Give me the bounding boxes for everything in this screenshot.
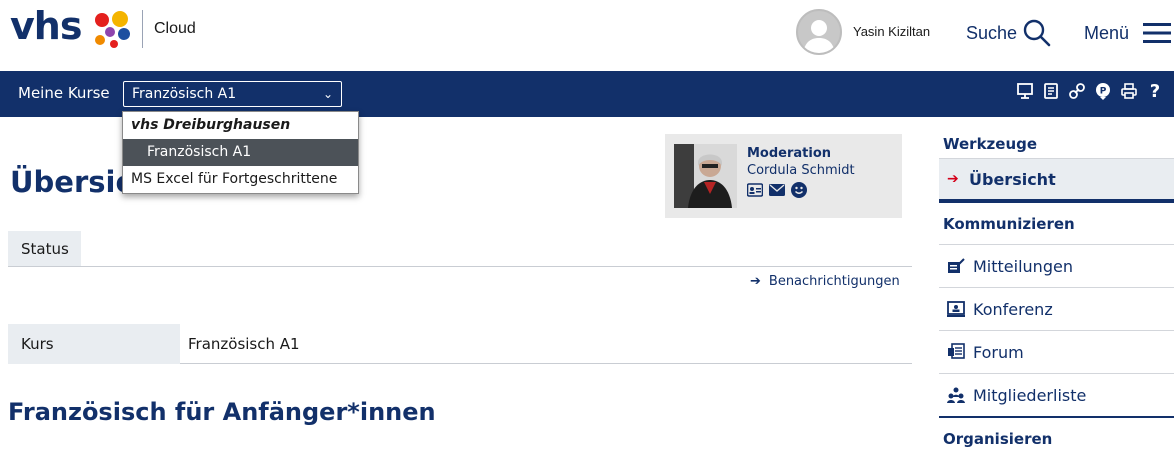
course-label: Kurs bbox=[8, 324, 180, 364]
tab-divider bbox=[8, 266, 912, 267]
sidebar-item-forum[interactable]: Forum bbox=[939, 330, 1174, 373]
sidebar-heading-communicate: Kommunizieren bbox=[939, 201, 1174, 244]
moderation-title: Moderation bbox=[747, 146, 832, 161]
contact-card-icon[interactable] bbox=[747, 182, 763, 198]
arrow-right-icon: ➔ bbox=[750, 274, 761, 289]
sidebar-item-conference[interactable]: Konferenz bbox=[939, 287, 1174, 330]
forum-icon bbox=[947, 343, 965, 361]
notes-edit-icon bbox=[947, 257, 965, 275]
arrow-right-icon: ➔ bbox=[947, 171, 959, 187]
dropdown-option-excel[interactable]: MS Excel für Fortgeschrittene bbox=[123, 166, 358, 193]
my-courses-label: Meine Kurse bbox=[18, 84, 110, 102]
link-icon[interactable] bbox=[1068, 82, 1086, 100]
sidebar-item-messages[interactable]: Mitteilungen bbox=[939, 244, 1174, 287]
sidebar-item-label: Mitgliederliste bbox=[973, 385, 1087, 405]
user-silhouette-icon bbox=[803, 20, 835, 53]
notifications-link-label: Benachrichtigungen bbox=[768, 274, 900, 289]
moderation-card: Moderation Cordula Schmidt bbox=[665, 134, 902, 218]
help-icon[interactable]: ? bbox=[1146, 81, 1164, 102]
notifications-link[interactable]: ➔ Benachrichtigungen bbox=[750, 274, 900, 289]
avatar[interactable] bbox=[796, 9, 842, 55]
tab-status[interactable]: Status bbox=[8, 231, 81, 267]
logo-separator bbox=[142, 10, 143, 48]
course-select[interactable]: Französisch A1 ⌄ bbox=[123, 81, 342, 107]
sidebar-item-label: Übersicht bbox=[969, 169, 1056, 189]
top-header: vhs Cloud Yasin Kiziltan Suche Menü bbox=[0, 0, 1174, 71]
dropdown-option-french[interactable]: Französisch A1 bbox=[123, 139, 358, 166]
course-value: Französisch A1 bbox=[188, 335, 300, 353]
moderator-name: Cordula Schmidt bbox=[747, 163, 855, 178]
hamburger-icon bbox=[1143, 23, 1172, 43]
sidebar-item-members[interactable]: Mitgliederliste bbox=[939, 373, 1174, 416]
search-label: Suche bbox=[966, 22, 1018, 43]
dropdown-group-label: vhs Dreiburghausen bbox=[131, 117, 291, 133]
sidebar-item-label: Forum bbox=[973, 342, 1024, 362]
sidebar-item-label: Mitteilungen bbox=[973, 256, 1073, 276]
print-icon[interactable] bbox=[1120, 82, 1138, 100]
product-name: Cloud bbox=[154, 20, 196, 37]
svg-text:P: P bbox=[1100, 87, 1107, 97]
presentation-icon[interactable] bbox=[1016, 82, 1034, 100]
course-dropdown: vhs Dreiburghausen Französisch A1 MS Exc… bbox=[122, 111, 359, 194]
smiley-icon[interactable] bbox=[791, 182, 807, 198]
toolbar-icons: P ? bbox=[1016, 81, 1164, 102]
members-icon bbox=[947, 386, 965, 404]
marker-icon[interactable]: P bbox=[1094, 82, 1112, 100]
notes-icon[interactable] bbox=[1042, 82, 1060, 100]
search-icon bbox=[1023, 19, 1051, 47]
conference-icon bbox=[947, 300, 965, 318]
mail-icon[interactable] bbox=[769, 182, 785, 198]
logo-text: vhs bbox=[10, 4, 82, 48]
menu-button[interactable]: Menü bbox=[1084, 18, 1172, 48]
logo-dots-icon bbox=[95, 11, 130, 48]
menu-label: Menü bbox=[1084, 22, 1130, 43]
sidebar-item-label: Konferenz bbox=[973, 299, 1053, 319]
sidebar-heading-organize: Organisieren bbox=[939, 416, 1174, 455]
tools-sidebar: Werkzeuge ➔ Übersicht Kommunizieren Mitt… bbox=[939, 130, 1174, 455]
course-heading: Französisch für Anfänger*innen bbox=[8, 398, 436, 426]
course-select-value: Französisch A1 bbox=[132, 86, 237, 102]
course-info-row: Kurs Französisch A1 bbox=[8, 324, 912, 364]
sidebar-item-overview[interactable]: ➔ Übersicht bbox=[939, 158, 1174, 201]
moderator-actions bbox=[747, 182, 807, 198]
sidebar-heading-tools: Werkzeuge bbox=[943, 135, 1038, 153]
search-button[interactable]: Suche bbox=[966, 18, 1051, 48]
chevron-down-icon: ⌄ bbox=[322, 87, 333, 101]
moderator-photo bbox=[674, 144, 737, 208]
username[interactable]: Yasin Kiziltan bbox=[853, 24, 930, 39]
